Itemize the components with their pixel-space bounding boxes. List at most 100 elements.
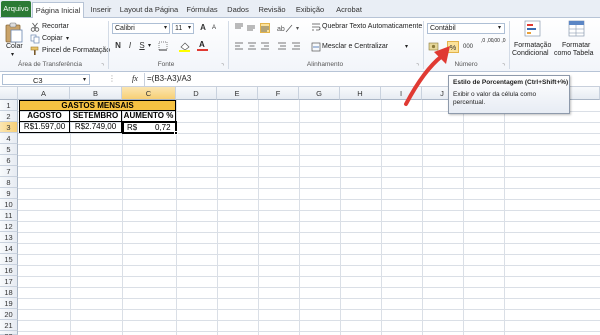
row-header[interactable]: 10	[0, 199, 18, 210]
gridline	[18, 155, 600, 156]
number-format-box[interactable]: Contábil	[427, 23, 505, 34]
paste-button[interactable]	[3, 22, 25, 44]
bold-button[interactable]: N	[113, 41, 123, 51]
shrink-font-button[interactable]: A	[209, 23, 219, 33]
worksheet-grid[interactable]: A B C D E F G H I J K L 1 2 3 4 5 6 7 8 …	[0, 87, 600, 335]
column-header[interactable]: A	[18, 87, 70, 100]
ribbon-tab-bar: Arquivo Página Inicial Inserir Layout da…	[0, 0, 600, 19]
gridline	[381, 100, 382, 335]
cell-c3-selected[interactable]: R$ 0,72	[122, 121, 177, 134]
cell-b3[interactable]: R$2.749,00	[70, 122, 122, 133]
row-header[interactable]: 13	[0, 232, 18, 243]
grow-font-button[interactable]: A	[198, 23, 208, 33]
gridline	[18, 144, 600, 145]
format-as-table-button[interactable]: Formatar como Tabela	[554, 20, 600, 68]
column-header[interactable]: B	[70, 87, 122, 100]
row-header[interactable]: 9	[0, 188, 18, 199]
column-header[interactable]: C	[122, 87, 176, 100]
chevron-down-icon[interactable]: ▾	[294, 23, 304, 33]
conditional-formatting-button[interactable]: Formatação Condicional	[512, 20, 554, 68]
row-header[interactable]: 15	[0, 254, 18, 265]
tab-data[interactable]: Dados	[223, 2, 253, 18]
horizontal-align-icons[interactable]	[234, 41, 310, 53]
header-cell-agosto[interactable]: AGOSTO	[19, 111, 70, 122]
row-header[interactable]: 6	[0, 155, 18, 166]
row-header[interactable]: 20	[0, 309, 18, 320]
row-header[interactable]: 11	[0, 210, 18, 221]
row-header[interactable]: 5	[0, 144, 18, 155]
tab-view[interactable]: Exibição	[291, 2, 329, 18]
font-color-button[interactable]: A	[197, 40, 211, 52]
gridline	[18, 133, 600, 134]
fill-color-icon[interactable]	[178, 41, 194, 52]
decrease-decimal-button[interactable]: ,00 ,0	[493, 38, 506, 44]
font-name-box[interactable]: Calibri	[112, 23, 170, 34]
copy-button[interactable]: Copiar ▾	[30, 34, 120, 44]
tab-acrobat[interactable]: Acrobat	[330, 2, 368, 18]
row-header[interactable]: 21	[0, 320, 18, 331]
row-header[interactable]: 8	[0, 177, 18, 188]
chevron-down-icon: ▾	[83, 77, 87, 83]
fill-handle[interactable]	[174, 131, 178, 135]
align-bottom-button[interactable]	[260, 23, 270, 33]
tab-review[interactable]: Revisão	[254, 2, 290, 18]
tab-formulas[interactable]: Fórmulas	[182, 2, 222, 18]
svg-text:▾: ▾	[296, 26, 299, 32]
cut-button[interactable]: Recortar	[30, 22, 120, 32]
wrap-text-label: Quebrar Texto Automaticamente	[322, 23, 423, 30]
comma-style-button[interactable]: 000	[461, 42, 475, 52]
gridline	[18, 199, 600, 200]
row-header[interactable]: 2	[0, 111, 18, 122]
chevron-down-icon[interactable]: ▾	[498, 24, 501, 31]
select-all-corner[interactable]	[0, 87, 18, 100]
row-header[interactable]: 4	[0, 133, 18, 144]
tooltip-body: Exibir o valor da célula como percentual…	[453, 91, 537, 106]
row-header[interactable]: 1	[0, 100, 18, 111]
tab-insert[interactable]: Inserir	[85, 2, 117, 18]
wrap-text-button[interactable]: Quebrar Texto Automaticamente	[311, 22, 426, 32]
chevron-down-icon[interactable]: ▾	[148, 42, 151, 49]
svg-text:ab: ab	[277, 26, 285, 33]
column-header[interactable]: E	[217, 87, 258, 100]
borders-icon[interactable]	[158, 41, 172, 51]
row-header[interactable]: 3	[0, 122, 18, 133]
sheet-title-cell[interactable]: GASTOS MENSAIS	[19, 100, 176, 111]
cell-a3[interactable]: R$1.597,00	[19, 122, 70, 133]
ribbon: Colar ▾ Recortar Copiar ▾ Pincel de Form…	[0, 18, 600, 72]
alignment-group-label: Alinhamento	[306, 61, 344, 68]
format-painter-button[interactable]: Pincel de Formatação	[30, 46, 120, 56]
tab-home[interactable]: Página Inicial	[32, 2, 84, 19]
increase-decimal-button[interactable]: ,0 ,00	[481, 38, 494, 44]
row-header[interactable]: 14	[0, 243, 18, 254]
gridline	[422, 100, 423, 335]
underline-button[interactable]: S	[137, 41, 147, 51]
row-header[interactable]: 18	[0, 287, 18, 298]
column-header[interactable]: F	[258, 87, 299, 100]
tab-file[interactable]: Arquivo	[1, 1, 31, 17]
column-header[interactable]: G	[299, 87, 340, 100]
dialog-launcher-icon[interactable]: ⌝	[502, 63, 505, 70]
gridline	[18, 243, 600, 244]
tab-page-layout[interactable]: Layout da Página	[117, 2, 181, 18]
row-header[interactable]: 22	[0, 331, 18, 335]
row-header[interactable]: 16	[0, 265, 18, 276]
name-box[interactable]: C3 ▾	[2, 74, 90, 85]
gridline	[18, 188, 600, 189]
insert-function-icon[interactable]: fx	[132, 74, 138, 83]
row-header[interactable]: 7	[0, 166, 18, 177]
header-cell-setembro[interactable]: SETEMBRO	[70, 111, 122, 122]
gridline	[122, 100, 123, 335]
row-header[interactable]: 19	[0, 298, 18, 309]
chevron-down-icon[interactable]: ▾	[188, 24, 191, 31]
row-header[interactable]: 17	[0, 276, 18, 287]
row-header[interactable]: 12	[0, 221, 18, 232]
column-header[interactable]: D	[176, 87, 217, 100]
italic-button[interactable]: I	[125, 41, 135, 51]
gridline	[18, 309, 600, 310]
chevron-down-icon[interactable]: ▾	[164, 24, 167, 31]
dialog-launcher-icon[interactable]: ⌝	[101, 63, 104, 70]
column-header[interactable]: H	[340, 87, 381, 100]
dialog-launcher-icon[interactable]: ⌝	[221, 63, 224, 70]
name-box-value: C3	[33, 76, 43, 85]
chevron-down-icon[interactable]: ▾	[11, 51, 14, 58]
